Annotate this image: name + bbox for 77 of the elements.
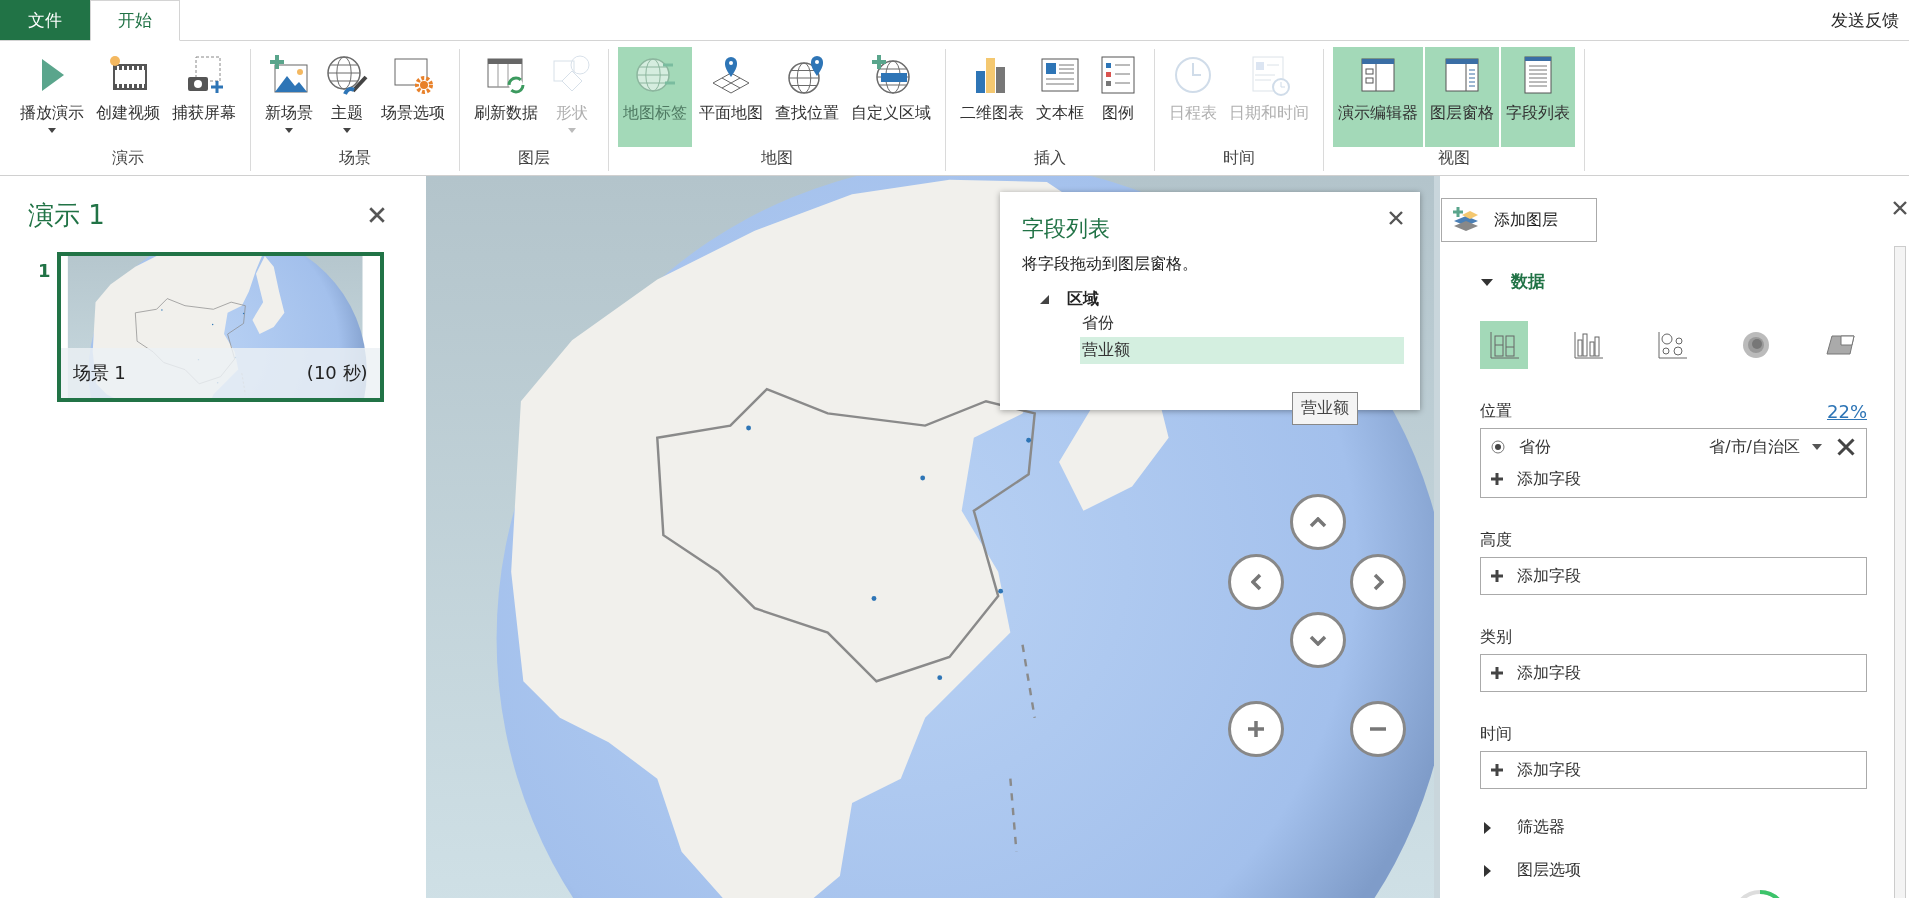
well-label: 位置 — [1480, 401, 1512, 422]
scrollbar[interactable] — [1894, 246, 1906, 898]
ribbon-button[interactable]: 播放演示 — [15, 47, 89, 147]
scene-number: 1 — [38, 260, 51, 281]
close-icon — [1388, 210, 1404, 226]
ribbon-group-label: 图层 — [518, 148, 550, 169]
plus-icon — [1491, 764, 1503, 776]
plus-icon — [1491, 473, 1503, 485]
percent-link[interactable]: 22% — [1827, 401, 1867, 422]
globe-brush-icon — [325, 53, 369, 97]
add-layer-button[interactable]: 添加图层 — [1441, 198, 1597, 242]
plus-icon — [1491, 667, 1503, 679]
ribbon-button[interactable]: 新场景 — [260, 47, 318, 147]
close-button[interactable] — [1892, 200, 1908, 216]
chevron-up-icon — [1309, 516, 1327, 528]
section-label: 数据 — [1511, 270, 1545, 293]
chevron-right-icon — [1372, 573, 1384, 591]
plus-icon — [1491, 570, 1503, 582]
ribbon-group-label: 视图 — [1438, 148, 1470, 169]
globe-plus-icon — [869, 53, 913, 97]
send-feedback-link[interactable]: 发送反馈 — [1831, 8, 1899, 32]
ribbon-button[interactable]: 图层窗格 — [1425, 47, 1499, 147]
collapsed-triangle-icon[interactable] — [1481, 821, 1493, 834]
add-field-button[interactable]: 添加字段 — [1481, 463, 1866, 495]
field-item[interactable]: 营业额 — [1080, 337, 1404, 364]
ribbon-button[interactable]: 捕获屏幕 — [167, 47, 241, 147]
tooltip: 营业额 — [1292, 392, 1358, 425]
expanded-triangle-icon[interactable] — [1040, 295, 1049, 304]
chevron-left-icon — [1250, 573, 1262, 591]
ribbon-button[interactable]: 字段列表 — [1501, 47, 1575, 147]
ribbon-tab[interactable]: 开始 — [90, 0, 180, 41]
close-icon — [1892, 200, 1908, 216]
ribbon-button[interactable]: 查找位置 — [770, 47, 844, 147]
popup-title: 字段列表 — [1022, 215, 1110, 243]
tour-title: 演示 1 — [28, 198, 105, 232]
remove-field-button[interactable] — [1836, 437, 1856, 457]
file-menu-tab[interactable]: 文件 — [0, 0, 90, 40]
ribbon-button[interactable]: 场景选项 — [376, 47, 450, 147]
plus-icon — [1246, 719, 1266, 739]
well-label: 类别 — [1480, 627, 1512, 648]
ribbon-button[interactable]: 图例 — [1091, 47, 1145, 147]
scene-card[interactable]: 场景 1 (10 秒) — [56, 252, 384, 402]
layers-plus-icon — [1452, 207, 1480, 233]
add-field-button[interactable]: 添加字段 — [1481, 657, 1866, 689]
ribbon-group-label: 演示 — [112, 148, 144, 169]
popup-hint: 将字段拖动到图层窗格。 — [1022, 254, 1199, 275]
field-type-dropdown[interactable]: 省/市/自治区 — [1709, 436, 1822, 458]
section-label: 筛选器 — [1517, 817, 1565, 838]
ribbon-group-label: 插入 — [1034, 148, 1066, 169]
add-field-button[interactable]: 添加字段 — [1481, 560, 1866, 592]
caret-icon — [1812, 444, 1822, 450]
collapsed-triangle-icon[interactable] — [1481, 864, 1493, 877]
ribbon-group-label: 时间 — [1223, 148, 1255, 169]
radio-button[interactable] — [1491, 440, 1505, 454]
well-label: 时间 — [1480, 724, 1512, 745]
chevron-down-icon — [1309, 634, 1327, 646]
close-icon — [368, 206, 386, 224]
scene-duration: (10 秒) — [306, 361, 368, 385]
well-label: 高度 — [1480, 530, 1512, 551]
section-label: 图层选项 — [1517, 860, 1581, 881]
ribbon-group-label: 场景 — [339, 148, 371, 169]
add-field-button[interactable]: 添加字段 — [1481, 754, 1866, 786]
ribbon-button[interactable]: 创建视频 — [91, 47, 165, 147]
ribbon-button[interactable]: 二维图表 — [955, 47, 1029, 147]
field-item[interactable]: 省份 — [1080, 310, 1404, 337]
ribbon-button[interactable]: 文本框 — [1031, 47, 1089, 147]
scene-name: 场景 1 — [72, 361, 126, 385]
ribbon-button[interactable]: 主题 — [320, 47, 374, 147]
ribbon-button[interactable]: 自定义区域 — [846, 47, 936, 147]
ribbon-group-label: 地图 — [761, 148, 793, 169]
cross-icon — [1836, 437, 1856, 457]
minus-icon — [1368, 727, 1388, 731]
ribbon-button[interactable]: 刷新数据 — [469, 47, 543, 147]
ribbon-button[interactable]: 平面地图 — [694, 47, 768, 147]
field-name: 省份 — [1519, 436, 1552, 458]
table-name: 区域 — [1067, 289, 1099, 310]
ribbon-button[interactable]: 演示编辑器 — [1333, 47, 1423, 147]
